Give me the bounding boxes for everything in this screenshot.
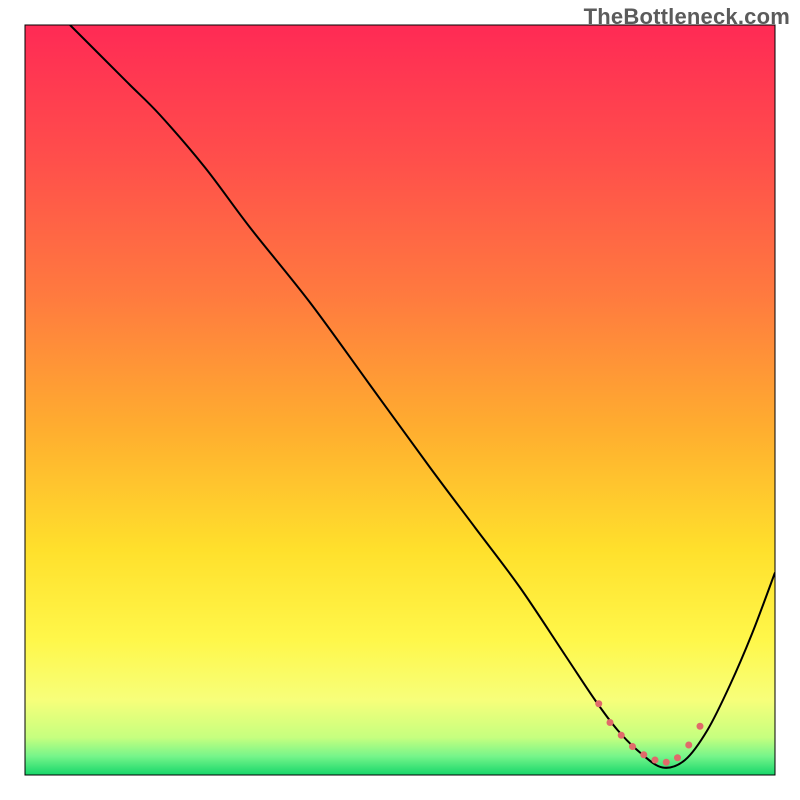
chart-background: [25, 25, 775, 775]
optimal-band-dot: [697, 723, 704, 730]
optimal-band-dot: [629, 743, 636, 750]
optimal-band-dot: [674, 754, 681, 761]
bottleneck-chart: [0, 0, 800, 800]
chart-stage: TheBottleneck.com: [0, 0, 800, 800]
optimal-band-dot: [618, 732, 625, 739]
optimal-band-dot: [685, 742, 692, 749]
optimal-band-dot: [652, 757, 659, 764]
optimal-band-dot: [640, 751, 647, 758]
watermark-text: TheBottleneck.com: [584, 4, 790, 30]
optimal-band-dot: [607, 719, 614, 726]
optimal-band-dot: [663, 759, 670, 766]
optimal-band-dot: [595, 700, 602, 707]
